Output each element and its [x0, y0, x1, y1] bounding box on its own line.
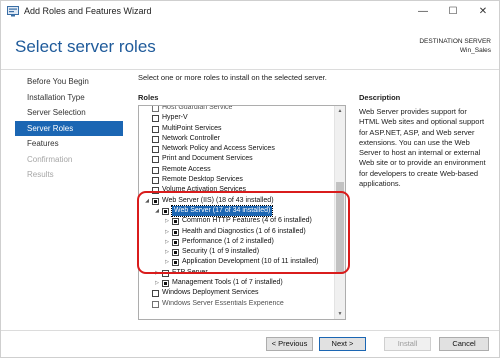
role-label[interactable]: Windows Deployment Services — [162, 288, 258, 298]
next-button[interactable]: Next > — [319, 337, 366, 351]
previous-button[interactable]: < Previous — [266, 337, 313, 351]
role-label[interactable]: Windows Server Essentials Experience — [162, 299, 284, 309]
role-label[interactable]: Network Controller — [162, 134, 220, 144]
role-row[interactable]: Windows Server Essentials Experience — [139, 299, 335, 309]
role-label[interactable]: MultiPoint Services — [162, 124, 222, 134]
destination-server-name: Win_Sales — [459, 47, 491, 54]
nav-item-before-you-begin[interactable]: Before You Begin — [15, 74, 123, 90]
role-checkbox[interactable] — [152, 177, 159, 185]
role-row[interactable]: ▷ Management Tools (1 of 7 installed) — [139, 278, 335, 288]
nav-item-features[interactable]: Features — [15, 136, 123, 152]
scroll-up-icon[interactable]: ▲ — [335, 106, 345, 116]
title-bar: Add Roles and Features Wizard — ☐ ✕ — [1, 1, 499, 23]
page-title: Select server roles — [15, 37, 156, 56]
close-button[interactable]: ✕ — [468, 1, 498, 23]
wizard-window: Add Roles and Features Wizard — ☐ ✕ Sele… — [0, 0, 500, 358]
nav-item-server-selection[interactable]: Server Selection — [15, 105, 123, 121]
highlight-annotation — [137, 191, 350, 274]
role-row[interactable]: Network Controller — [139, 134, 335, 144]
role-label[interactable]: Network Policy and Access Services — [162, 144, 275, 154]
role-label[interactable]: Host Guardian Service — [162, 106, 232, 113]
role-checkbox[interactable] — [152, 125, 159, 133]
role-row[interactable]: Network Policy and Access Services — [139, 144, 335, 154]
nav-item-results: Results — [27, 170, 54, 179]
description-text: Web Server provides support for HTML Web… — [359, 107, 486, 189]
role-label[interactable]: Hyper-V — [162, 113, 188, 123]
role-checkbox[interactable] — [152, 106, 159, 112]
destination-server: DESTINATION SERVER Win_Sales — [419, 37, 491, 55]
role-checkbox[interactable] — [152, 156, 159, 164]
role-checkbox[interactable] — [152, 135, 159, 143]
window-title: Add Roles and Features Wizard — [24, 6, 152, 16]
role-row[interactable]: Windows Deployment Services — [139, 288, 335, 298]
cancel-button[interactable]: Cancel — [439, 337, 489, 351]
role-row[interactable]: Hyper-V — [139, 113, 335, 123]
role-row[interactable]: Remote Access — [139, 165, 335, 175]
nav-item-confirmation: Confirmation — [27, 154, 73, 164]
header-divider — [1, 69, 499, 70]
server-manager-icon — [7, 6, 19, 17]
role-label[interactable]: Print and Document Services — [162, 154, 253, 164]
role-checkbox[interactable] — [152, 290, 159, 298]
nav-item-installation-type[interactable]: Installation Type — [15, 90, 123, 106]
role-row[interactable]: Remote Desktop Services — [139, 175, 335, 185]
role-row[interactable]: Print and Document Services — [139, 154, 335, 164]
scroll-down-icon[interactable]: ▼ — [335, 309, 345, 319]
role-checkbox[interactable] — [152, 115, 159, 123]
intro-text: Select one or more roles to install on t… — [138, 73, 327, 82]
install-button[interactable]: Install — [384, 337, 431, 351]
role-label[interactable]: Remote Desktop Services — [162, 175, 243, 185]
role-label[interactable]: Remote Access — [162, 165, 211, 175]
role-label[interactable]: Management Tools (1 of 7 installed) — [172, 278, 283, 288]
role-row[interactable]: MultiPoint Services — [139, 124, 335, 134]
maximize-button[interactable]: ☐ — [438, 1, 468, 23]
role-checkbox[interactable] — [162, 280, 169, 288]
expand-icon[interactable]: ▷ — [153, 278, 161, 288]
roles-heading: Roles — [138, 93, 159, 102]
role-checkbox[interactable] — [152, 166, 159, 174]
role-checkbox[interactable] — [152, 300, 159, 308]
footer-divider — [1, 330, 499, 331]
nav-item-server-roles[interactable]: Server Roles — [15, 120, 123, 136]
minimize-button[interactable]: — — [408, 1, 438, 23]
role-row[interactable]: Host Guardian Service — [139, 106, 335, 113]
description-heading: Description — [359, 93, 401, 102]
wizard-nav: Before You Begin Installation Type Server … — [15, 74, 123, 183]
destination-label: DESTINATION SERVER — [419, 38, 491, 45]
role-checkbox[interactable] — [152, 146, 159, 154]
